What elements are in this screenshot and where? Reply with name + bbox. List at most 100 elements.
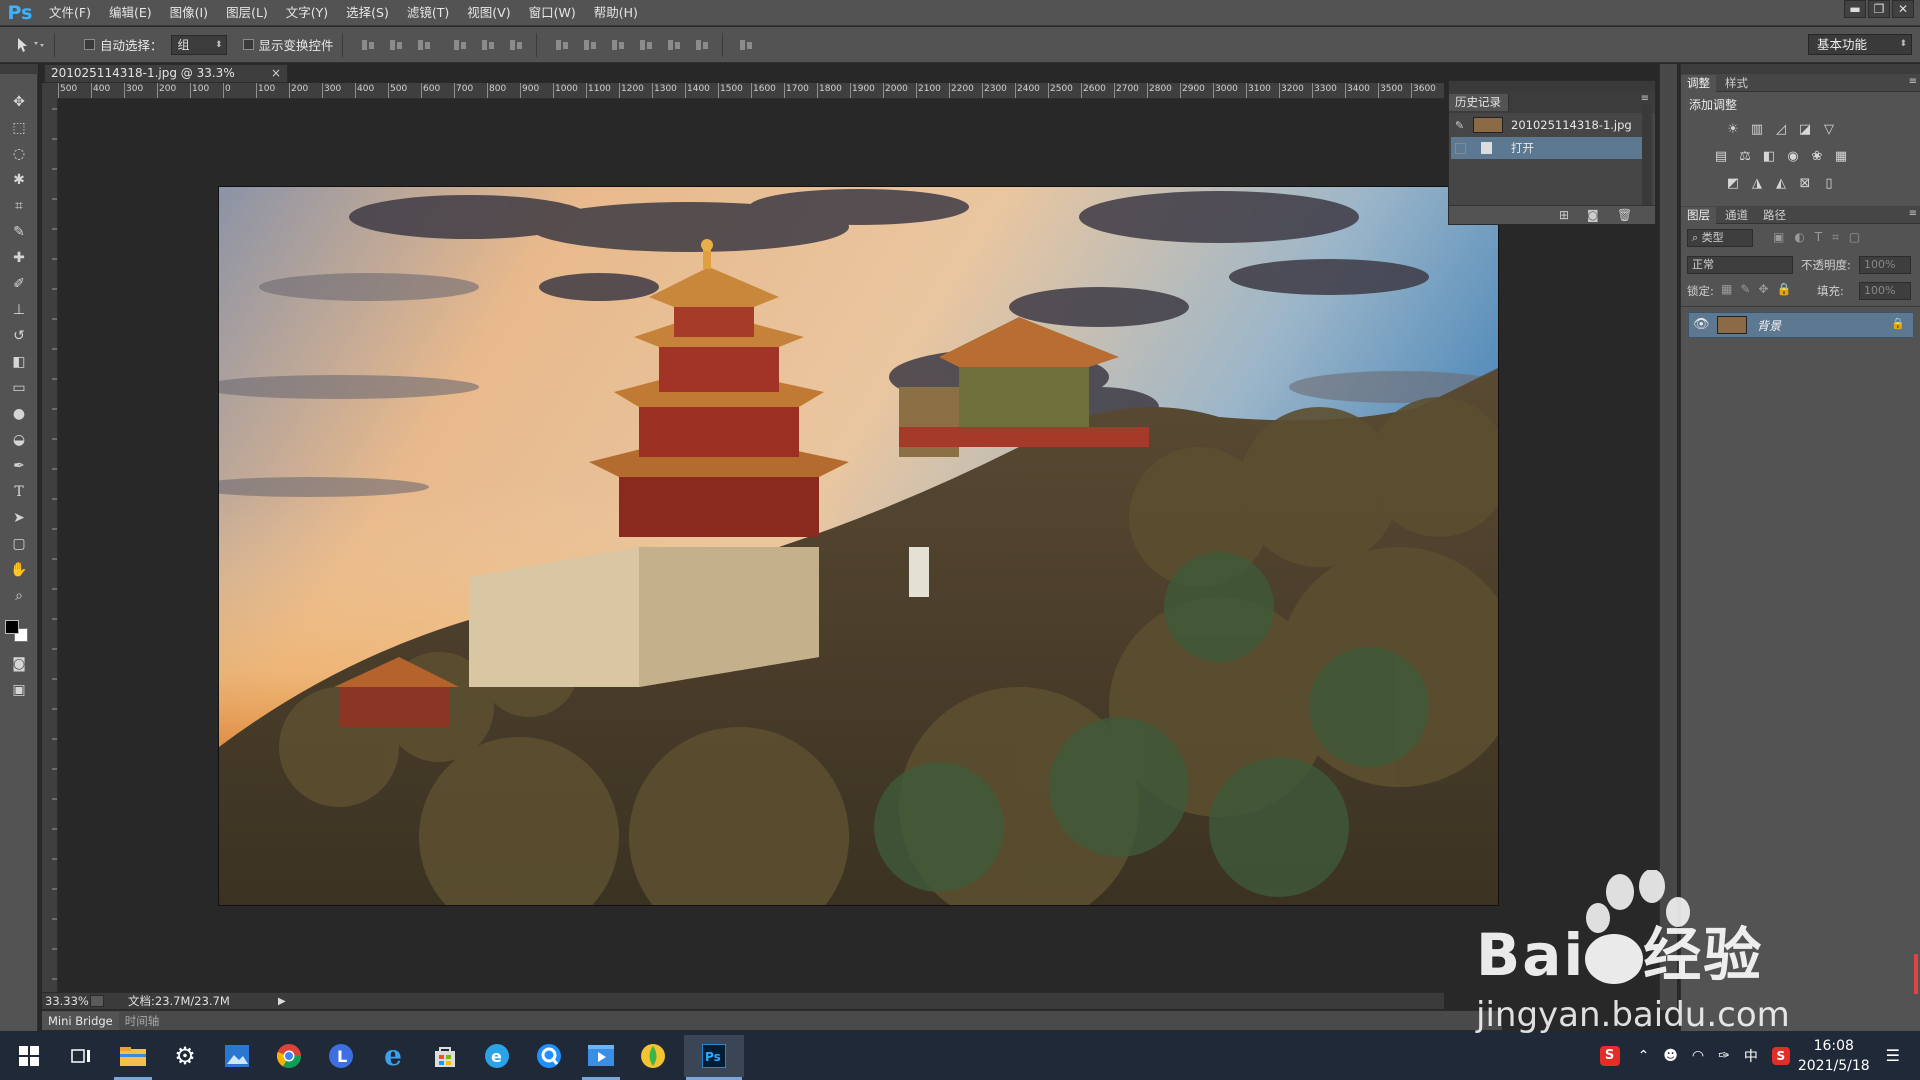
windows-start-icon[interactable] xyxy=(8,1035,50,1077)
brush-tool-icon[interactable]: ✐ xyxy=(8,274,30,294)
tab-timeline[interactable]: 时间轴 xyxy=(119,1012,166,1030)
document-image[interactable] xyxy=(218,186,1499,906)
blur-tool-icon[interactable]: ● xyxy=(8,404,30,424)
q-browser-icon[interactable] xyxy=(528,1035,570,1077)
curves-icon[interactable]: ◿ xyxy=(1773,123,1789,137)
selective-color-icon[interactable]: ⊠ xyxy=(1797,177,1813,191)
taskbar-clock[interactable]: 16:08 2021/5/18 xyxy=(1798,1036,1870,1076)
status-menu-arrow-icon[interactable]: ▶ xyxy=(278,996,286,1007)
tab-paths[interactable]: 路径 xyxy=(1757,207,1792,224)
history-panel-header[interactable] xyxy=(1449,81,1655,91)
new-document-from-state-icon[interactable]: ⊞ xyxy=(1559,208,1569,222)
history-step-open[interactable]: 打开 xyxy=(1451,137,1643,159)
menu-select[interactable]: 选择(S) xyxy=(337,0,398,26)
l-app-icon[interactable]: L xyxy=(320,1035,362,1077)
restore-button[interactable]: ❐ xyxy=(1868,0,1890,18)
tab-mini-bridge[interactable]: Mini Bridge xyxy=(42,1011,119,1030)
history-brush-tool-icon[interactable]: ↺ xyxy=(8,326,30,346)
pen-icon[interactable]: ✑ xyxy=(1718,1048,1730,1064)
dock-header[interactable] xyxy=(1681,64,1920,74)
workspace-dropdown[interactable]: 基本功能 ⬍ xyxy=(1808,34,1912,55)
lock-options-icons[interactable]: ▦✎✥🔒 xyxy=(1721,282,1799,296)
vertical-ruler[interactable] xyxy=(42,99,58,992)
ime-mode-indicator[interactable]: 中 xyxy=(1744,1046,1758,1066)
ruler-origin[interactable] xyxy=(42,83,58,99)
quick-mask-icon[interactable]: ◙ xyxy=(8,654,30,674)
menu-help[interactable]: 帮助(H) xyxy=(585,0,647,26)
vibrance-icon[interactable]: ▽ xyxy=(1821,123,1837,137)
photos-app-icon[interactable] xyxy=(216,1035,258,1077)
eye-icon[interactable]: 👁 xyxy=(1693,317,1710,332)
fill-field[interactable]: 100% xyxy=(1859,282,1911,300)
network-icon[interactable]: ◠ xyxy=(1692,1048,1704,1064)
move-tool-preset-icon[interactable] xyxy=(12,34,48,56)
levels-icon[interactable]: ▥ xyxy=(1749,123,1765,137)
file-explorer-icon[interactable] xyxy=(112,1035,154,1080)
black-white-icon[interactable]: ◧ xyxy=(1761,150,1777,164)
gradient-map-icon[interactable]: ▯ xyxy=(1821,177,1837,191)
align-bottom-icon[interactable] xyxy=(416,37,432,53)
menu-type[interactable]: 文字(Y) xyxy=(277,0,337,26)
color-lookup-icon[interactable]: ▦ xyxy=(1833,150,1849,164)
minimize-button[interactable]: ▬ xyxy=(1844,0,1866,18)
auto-align-icon[interactable] xyxy=(738,37,754,53)
path-selection-tool-icon[interactable]: ➤ xyxy=(8,508,30,528)
green-app-icon[interactable] xyxy=(632,1035,674,1077)
type-tool-icon[interactable]: T xyxy=(8,482,30,502)
tab-channels[interactable]: 通道 xyxy=(1719,207,1754,224)
panel-scrollbar[interactable] xyxy=(1659,64,1677,1010)
qq-icon[interactable]: ☻ xyxy=(1663,1048,1678,1064)
menu-filter[interactable]: 滤镜(T) xyxy=(398,0,458,26)
close-document-icon[interactable]: × xyxy=(271,65,281,82)
brightness-contrast-icon[interactable]: ☀ xyxy=(1725,123,1741,137)
threshold-icon[interactable]: ◭ xyxy=(1773,177,1789,191)
store-icon[interactable] xyxy=(424,1035,466,1077)
distribute-right-icon[interactable] xyxy=(694,37,710,53)
healing-brush-tool-icon[interactable]: ✚ xyxy=(8,248,30,268)
settings-gear-icon[interactable]: ⚙ xyxy=(164,1035,206,1077)
layer-filter-icons[interactable]: ▣◐T⌗▢ xyxy=(1773,230,1870,245)
menu-image[interactable]: 图像(I) xyxy=(161,0,217,26)
internet-explorer-icon[interactable]: e xyxy=(372,1035,414,1077)
align-left-icon[interactable] xyxy=(452,37,468,53)
photoshop-taskbar-icon[interactable]: Ps xyxy=(684,1034,744,1080)
eraser-tool-icon[interactable]: ◧ xyxy=(8,352,30,372)
distribute-left-icon[interactable] xyxy=(638,37,654,53)
distribute-hcenter-icon[interactable] xyxy=(666,37,682,53)
align-right-icon[interactable] xyxy=(508,37,524,53)
chrome-icon[interactable] xyxy=(268,1035,310,1077)
zoom-level[interactable]: 33.33% xyxy=(42,994,90,1008)
layer-row-background[interactable]: 👁 背景 🔒 xyxy=(1688,312,1914,338)
sogou-tray-icon[interactable]: S xyxy=(1771,1046,1790,1065)
horizontal-ruler[interactable]: 500 400 300 200 100 0 100 200 300 400 500 600 700 800… xyxy=(58,83,1444,99)
panel-menu-icon[interactable]: ≡ xyxy=(1641,93,1649,104)
sogou-ime-icon[interactable]: S xyxy=(1599,1045,1620,1066)
channel-mixer-icon[interactable]: ❀ xyxy=(1809,150,1825,164)
tab-layers[interactable]: 图层 xyxy=(1681,207,1716,224)
history-snapshot[interactable]: ✎ 201025114318-1.jpg xyxy=(1451,114,1643,136)
show-transform-checkbox[interactable] xyxy=(242,39,254,50)
video-app-icon[interactable] xyxy=(580,1035,622,1080)
distribute-top-icon[interactable] xyxy=(554,37,570,53)
history-scrollbar[interactable] xyxy=(1642,105,1652,205)
tab-styles[interactable]: 样式 xyxy=(1719,75,1754,92)
marquee-tool-icon[interactable]: ⬚ xyxy=(8,118,30,138)
menu-window[interactable]: 窗口(W) xyxy=(520,0,585,26)
auto-select-checkbox[interactable] xyxy=(84,39,95,50)
pen-tool-icon[interactable]: ✒ xyxy=(8,456,30,476)
menu-file[interactable]: 文件(F) xyxy=(40,0,100,26)
tray-expand-icon[interactable]: ⌃ xyxy=(1638,1048,1650,1064)
auto-select-dropdown[interactable]: 组 xyxy=(170,34,227,55)
invert-icon[interactable]: ◩ xyxy=(1725,177,1741,191)
gradient-tool-icon[interactable]: ▭ xyxy=(8,378,30,398)
edge-browser-icon[interactable]: e xyxy=(476,1035,518,1077)
magic-wand-tool-icon[interactable]: ✱ xyxy=(8,170,30,190)
export-icon[interactable] xyxy=(90,995,104,1007)
menu-layer[interactable]: 图层(L) xyxy=(217,0,277,26)
color-balance-icon[interactable]: ⚖ xyxy=(1737,150,1753,164)
hue-saturation-icon[interactable]: ▤ xyxy=(1713,150,1729,164)
hand-tool-icon[interactable]: ✋ xyxy=(8,560,30,580)
tools-panel-header[interactable] xyxy=(0,64,38,74)
distribute-bottom-icon[interactable] xyxy=(610,37,626,53)
align-hcenter-icon[interactable] xyxy=(480,37,496,53)
